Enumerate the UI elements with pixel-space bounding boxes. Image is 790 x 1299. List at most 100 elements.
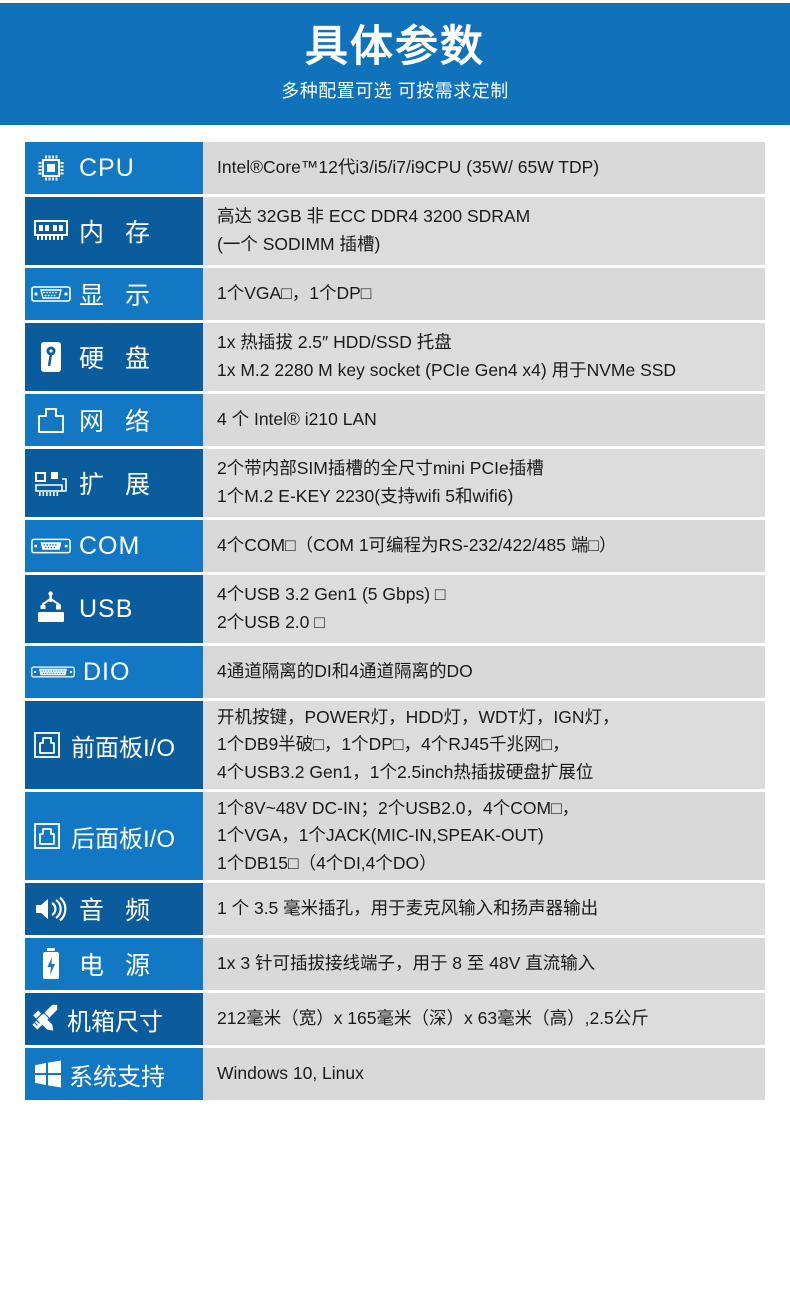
spec-label-expansion: 扩 展 xyxy=(25,449,203,517)
table-row: 内 存 高达 32GB 非 ECC DDR4 3200 SDRAM (一个 SO… xyxy=(25,197,765,265)
spec-value-front-panel-io: 开机按键，POWER灯，HDD灯，WDT灯，IGN灯， 1个DB9半破□，1个D… xyxy=(203,701,765,789)
spec-value-line: 1x 热插拔 2.5″ HDD/SSD 托盘 xyxy=(217,332,452,353)
page-title: 具体参数 xyxy=(305,23,485,72)
spec-value-line: (一个 SODIMM 插槽) xyxy=(217,234,381,254)
spec-value-line: 4个USB3.2 Gen1，1个2.5inch热插拔硬盘扩展位 xyxy=(217,761,594,782)
spec-label-rear-panel-io: 后面板I/O xyxy=(25,792,203,880)
table-row: 硬 盘 1x 热插拔 2.5″ HDD/SSD 托盘 1x M.2 2280 M… xyxy=(25,323,765,391)
table-row: 前面板I/O 开机按键，POWER灯，HDD灯，WDT灯，IGN灯， 1个DB9… xyxy=(25,701,765,789)
spec-label-text: 显 示 xyxy=(79,282,157,310)
spec-label-os-support: 系统支持 xyxy=(25,1048,203,1100)
spec-value-line: 2个带内部SIM插槽的全尺寸mini PCIe插槽 xyxy=(217,458,544,479)
spec-label-chassis-size: 机箱尺寸 xyxy=(25,993,203,1045)
specification-table: CPU Intel®Core™12代i3/i5/i7/i9CPU (35W/ 6… xyxy=(25,142,765,1103)
spec-label-network: 网 络 xyxy=(25,394,203,446)
panel-io-icon xyxy=(31,726,63,764)
table-row: 后面板I/O 1个8V~48V DC-IN；2个USB2.0，4个COM□， 1… xyxy=(25,792,765,880)
spec-value-line: 1个VGA，1个JACK(MIC-IN,SPEAK-OUT) xyxy=(217,825,544,846)
spec-value-memory: 高达 32GB 非 ECC DDR4 3200 SDRAM (一个 SODIMM… xyxy=(203,197,765,265)
spec-value-network: 4 个 Intel® i210 LAN xyxy=(203,394,765,446)
spec-value-usb: 4个USB 3.2 Gen1 (5 Gbps) □ 2个USB 2.0 □ xyxy=(203,575,765,643)
spec-value-line: 4 个 Intel® i210 LAN xyxy=(217,409,377,430)
table-row: 扩 展 2个带内部SIM插槽的全尺寸mini PCIe插槽 1个M.2 E-KE… xyxy=(25,449,765,517)
table-row: 电 源 1x 3 针可插拔接线端子，用于 8 至 48V 直流输入 xyxy=(25,938,765,990)
spec-label-dio: DIO xyxy=(25,646,203,698)
spec-value-line: 1x M.2 2280 M key socket (PCIe Gen4 x4) … xyxy=(217,360,677,380)
usb-port-icon xyxy=(31,590,71,628)
table-row: COM 4个COM□（COM 1可编程为RS-232/422/485 端□） xyxy=(25,520,765,572)
windows-logo-icon xyxy=(31,1055,65,1093)
battery-power-icon xyxy=(31,945,71,983)
spec-label-text: 系统支持 xyxy=(69,1063,165,1091)
rj45-jack-icon xyxy=(31,401,71,439)
spec-value-line: 1个DB15□（4个DI,4个DO） xyxy=(217,852,437,873)
spec-label-text: COM xyxy=(79,531,141,560)
spec-value-audio: 1 个 3.5 毫米插孔，用于麦克风输入和扬声器输出 xyxy=(203,883,765,935)
spec-label-text: 扩 展 xyxy=(79,471,157,499)
spec-value-line: 2个USB 2.0 □ xyxy=(217,612,325,632)
spec-value-power: 1x 3 针可插拔接线端子，用于 8 至 48V 直流输入 xyxy=(203,938,765,990)
spec-value-line: 1个8V~48V DC-IN；2个USB2.0，4个COM□， xyxy=(217,797,580,818)
spec-value-line: 1x 3 针可插拔接线端子，用于 8 至 48V 直流输入 xyxy=(217,953,596,974)
spec-label-com: COM xyxy=(25,520,203,572)
memory-module-icon xyxy=(31,212,71,250)
spec-label-text: 电 源 xyxy=(79,952,157,980)
spec-value-line: 1个VGA□，1个DP□ xyxy=(217,283,372,304)
spec-label-power: 电 源 xyxy=(25,938,203,990)
table-row: 显 示 1个VGA□，1个DP□ xyxy=(25,268,765,320)
spec-value-line: 1 个 3.5 毫米插孔，用于麦克风输入和扬声器输出 xyxy=(217,898,599,919)
expansion-card-icon xyxy=(31,464,71,502)
spec-label-harddisk: 硬 盘 xyxy=(25,323,203,391)
spec-label-display: 显 示 xyxy=(25,268,203,320)
table-row: CPU Intel®Core™12代i3/i5/i7/i9CPU (35W/ 6… xyxy=(25,142,765,194)
spec-value-line: 1个DB9半破□，1个DP□，4个RJ45千兆网□， xyxy=(217,734,570,755)
spec-label-memory: 内 存 xyxy=(25,197,203,265)
spec-label-usb: USB xyxy=(25,575,203,643)
spec-value-dio: 4通道隔离的DI和4通道隔离的DO xyxy=(203,646,765,698)
page-header-banner: 具体参数 多种配置可选 可按需求定制 xyxy=(0,3,790,125)
table-row: 系统支持 Windows 10, Linux xyxy=(25,1048,765,1100)
cpu-chip-icon xyxy=(31,149,71,187)
spec-label-text: 机箱尺寸 xyxy=(67,1008,163,1036)
db25-connector-icon xyxy=(31,653,75,691)
page-subtitle: 多种配置可选 可按需求定制 xyxy=(281,80,509,101)
spec-label-text: 音 频 xyxy=(79,897,157,925)
spec-label-text: 前面板I/O xyxy=(71,734,176,762)
spec-value-cpu: Intel®Core™12代i3/i5/i7/i9CPU (35W/ 65W T… xyxy=(203,142,765,194)
hard-disk-icon xyxy=(31,338,71,376)
spec-label-text: 内 存 xyxy=(79,219,157,247)
spec-value-line: 1个M.2 E-KEY 2230(支持wifi 5和wifi6) xyxy=(217,486,514,506)
spec-value-chassis-size: 212毫米（宽）x 165毫米（深）x 63毫米（高）,2.5公斤 xyxy=(203,993,765,1045)
spec-value-line: 212毫米（宽）x 165毫米（深）x 63毫米（高）,2.5公斤 xyxy=(217,1008,649,1029)
table-row: 音 频 1 个 3.5 毫米插孔，用于麦克风输入和扬声器输出 xyxy=(25,883,765,935)
spec-label-front-panel-io: 前面板I/O xyxy=(25,701,203,789)
spec-label-text: 网 络 xyxy=(79,408,157,436)
spec-label-audio: 音 频 xyxy=(25,883,203,935)
spec-value-expansion: 2个带内部SIM插槽的全尺寸mini PCIe插槽 1个M.2 E-KEY 22… xyxy=(203,449,765,517)
spec-label-text: USB xyxy=(79,594,134,623)
spec-value-os-support: Windows 10, Linux xyxy=(203,1048,765,1100)
spec-value-display: 1个VGA□，1个DP□ xyxy=(203,268,765,320)
spec-value-line: 4通道隔离的DI和4通道隔离的DO xyxy=(217,661,473,682)
table-row: 网 络 4 个 Intel® i210 LAN xyxy=(25,394,765,446)
db9-serial-port-icon xyxy=(31,527,71,565)
spec-value-line: Windows 10, Linux xyxy=(217,1063,364,1084)
spec-label-text: 后面板I/O xyxy=(71,825,176,853)
spec-value-com: 4个COM□（COM 1可编程为RS-232/422/485 端□） xyxy=(203,520,765,572)
spec-value-harddisk: 1x 热插拔 2.5″ HDD/SSD 托盘 1x M.2 2280 M key… xyxy=(203,323,765,391)
spec-label-text: DIO xyxy=(83,657,131,686)
spec-label-text: 硬 盘 xyxy=(79,345,157,373)
vga-port-icon xyxy=(31,275,71,313)
panel-io-icon xyxy=(31,817,63,855)
ruler-pencil-icon xyxy=(31,1000,65,1038)
spec-label-cpu: CPU xyxy=(25,142,203,194)
speaker-icon xyxy=(31,890,71,928)
spec-value-rear-panel-io: 1个8V~48V DC-IN；2个USB2.0，4个COM□， 1个VGA，1个… xyxy=(203,792,765,880)
spec-value-line: 4个COM□（COM 1可编程为RS-232/422/485 端□） xyxy=(217,535,617,556)
spec-value-line: 开机按键，POWER灯，HDD灯，WDT灯，IGN灯， xyxy=(217,706,620,727)
table-row: 机箱尺寸 212毫米（宽）x 165毫米（深）x 63毫米（高）,2.5公斤 xyxy=(25,993,765,1045)
spec-value-line: Intel®Core™12代i3/i5/i7/i9CPU (35W/ 65W T… xyxy=(217,157,600,178)
spec-value-line: 4个USB 3.2 Gen1 (5 Gbps) □ xyxy=(217,584,446,605)
spec-value-line: 高达 32GB 非 ECC DDR4 3200 SDRAM xyxy=(217,206,531,227)
spec-label-text: CPU xyxy=(79,153,135,182)
